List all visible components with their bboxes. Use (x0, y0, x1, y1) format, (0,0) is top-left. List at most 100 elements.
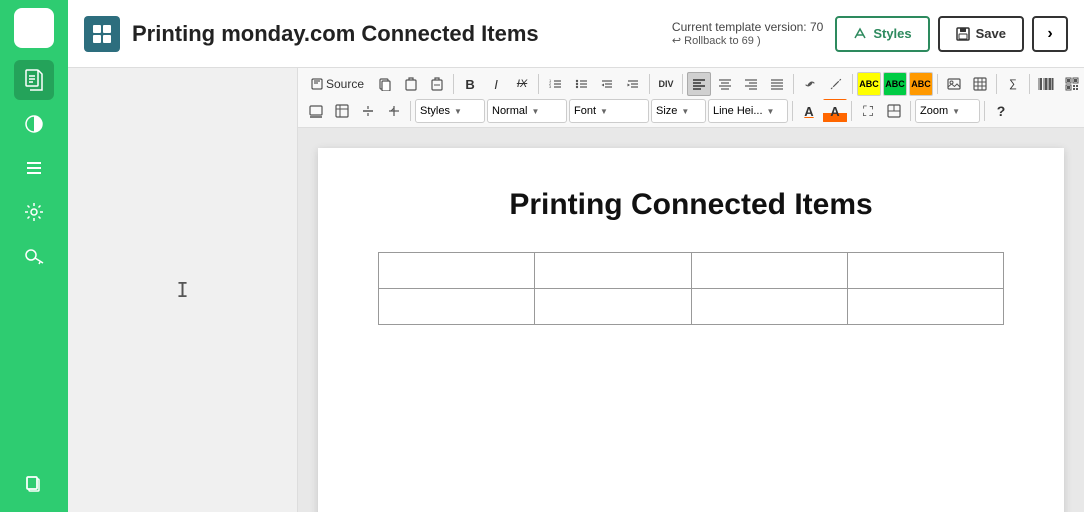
outdent-button[interactable] (595, 72, 619, 96)
unordered-list-button[interactable] (569, 72, 593, 96)
table-row (379, 289, 1004, 325)
font-dropdown[interactable]: Font ▼ (569, 99, 649, 123)
header: Printing monday.com Connected Items Curr… (68, 0, 1084, 68)
zoom-dropdown-label: Zoom (920, 105, 948, 117)
separator-row2-1 (410, 101, 411, 121)
paste-button[interactable] (399, 72, 423, 96)
page-title: Printing monday.com Connected Items (132, 21, 660, 47)
app-icon (84, 16, 120, 52)
table-cell[interactable] (847, 289, 1003, 325)
table-cell[interactable] (535, 289, 691, 325)
separator-8 (996, 74, 997, 94)
editor-page: Printing Connected Items (318, 148, 1064, 512)
lineheight-dropdown-label: Line Hei... (713, 105, 763, 117)
sidebar-item-key[interactable] (14, 236, 54, 276)
bg-color-button[interactable]: A (823, 99, 847, 123)
styles-dropdown-arrow: ▼ (454, 107, 462, 116)
separator-row2-5 (984, 101, 985, 121)
sidebar-logo[interactable] (14, 8, 54, 48)
special-chars-button[interactable]: ∑ (1001, 72, 1025, 96)
paragraph-dropdown-arrow: ▼ (531, 107, 539, 116)
image-button[interactable] (942, 72, 966, 96)
table-insert-button[interactable] (968, 72, 992, 96)
table-cell[interactable] (691, 289, 847, 325)
cursor-indicator: I (176, 278, 188, 302)
separator-7 (937, 74, 938, 94)
blocks-button[interactable] (882, 99, 906, 123)
font-dropdown-label: Font (574, 105, 596, 117)
header-buttons: Styles Save › (835, 16, 1068, 52)
bold-button[interactable]: B (458, 72, 482, 96)
qr-button[interactable] (1060, 72, 1084, 96)
sidebar-item-settings[interactable] (14, 192, 54, 232)
styles-button[interactable]: Styles (835, 16, 929, 52)
indent-button[interactable] (621, 72, 645, 96)
table-cell[interactable] (847, 253, 1003, 289)
toolbar-row-2: Styles ▼ Normal ▼ Font ▼ Size ▼ (304, 99, 1078, 123)
size-dropdown-label: Size (656, 105, 677, 117)
zoom-dropdown[interactable]: Zoom ▼ (915, 99, 980, 123)
border-none-button[interactable] (356, 99, 380, 123)
barcode-button[interactable] (1034, 72, 1058, 96)
separator-1 (453, 74, 454, 94)
lineheight-dropdown[interactable]: Line Hei... ▼ (708, 99, 788, 123)
source-label: Source (326, 77, 364, 91)
left-panel: I (68, 68, 298, 512)
document-title: Printing Connected Items (378, 188, 1004, 222)
separator-row2-3 (851, 101, 852, 121)
separator-6 (852, 74, 853, 94)
image-bottom-button[interactable] (304, 99, 328, 123)
table-cell[interactable] (691, 253, 847, 289)
paste-plain-button[interactable] (425, 72, 449, 96)
sidebar-item-copy[interactable] (14, 464, 54, 504)
border-all-button[interactable] (382, 99, 406, 123)
sidebar (0, 0, 68, 512)
content-area: I Source (68, 68, 1084, 512)
separator-5 (793, 74, 794, 94)
separator-2 (538, 74, 539, 94)
table-format-button[interactable] (330, 99, 354, 123)
separator-3 (649, 74, 650, 94)
align-right-button[interactable] (739, 72, 763, 96)
editor-canvas[interactable]: Printing Connected Items (298, 128, 1084, 512)
size-dropdown[interactable]: Size ▼ (651, 99, 706, 123)
align-justify-button[interactable] (765, 72, 789, 96)
lineheight-dropdown-arrow: ▼ (767, 107, 775, 116)
data-table[interactable] (378, 252, 1004, 325)
unlink-button[interactable] (824, 72, 848, 96)
font-color-button[interactable]: A (797, 99, 821, 123)
styles-dropdown[interactable]: Styles ▼ (415, 99, 485, 123)
div-block-button[interactable]: DIV (654, 72, 678, 96)
sidebar-item-contrast[interactable] (14, 104, 54, 144)
table-cell[interactable] (379, 253, 535, 289)
table-row (379, 253, 1004, 289)
strikethrough-button[interactable]: IX (510, 72, 534, 96)
help-button[interactable]: ? (989, 99, 1013, 123)
italic-button[interactable]: I (484, 72, 508, 96)
separator-9 (1029, 74, 1030, 94)
save-button[interactable]: Save (938, 16, 1024, 52)
more-button[interactable]: › (1032, 16, 1068, 52)
font-dropdown-arrow: ▼ (600, 107, 608, 116)
main-area: Printing monday.com Connected Items Curr… (68, 0, 1084, 512)
highlight-orange-button[interactable]: ABC (909, 72, 933, 96)
table-cell[interactable] (535, 253, 691, 289)
highlight-green-button[interactable]: ABC (883, 72, 907, 96)
sidebar-item-list[interactable] (14, 148, 54, 188)
paragraph-dropdown[interactable]: Normal ▼ (487, 99, 567, 123)
ordered-list-button[interactable]: 1 2 3 (543, 72, 567, 96)
link-button[interactable] (798, 72, 822, 96)
highlight-yellow-button[interactable]: ABC (857, 72, 881, 96)
fullscreen-button[interactable]: ⛶ (856, 99, 880, 123)
table-cell[interactable] (379, 289, 535, 325)
align-center-button[interactable] (713, 72, 737, 96)
sidebar-item-document[interactable] (14, 60, 54, 100)
align-left-button[interactable] (687, 72, 711, 96)
copy-format-button[interactable] (373, 72, 397, 96)
zoom-dropdown-arrow: ▼ (952, 107, 960, 116)
source-button[interactable]: Source (304, 72, 371, 96)
toolbar-row-1: Source (304, 72, 1078, 96)
rollback-label[interactable]: ↩ Rollback to 69 ) (672, 34, 761, 47)
styles-dropdown-label: Styles (420, 105, 450, 117)
size-dropdown-arrow: ▼ (681, 107, 689, 116)
